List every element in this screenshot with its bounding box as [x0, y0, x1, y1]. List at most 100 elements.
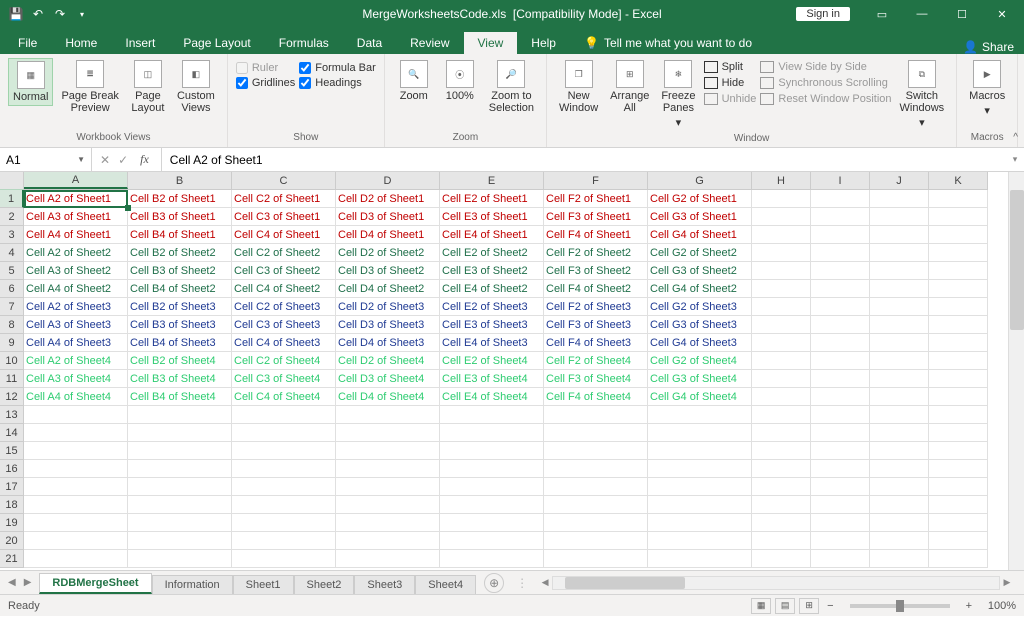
cell-D20[interactable]	[336, 532, 440, 550]
column-header-A[interactable]: A	[24, 172, 128, 189]
name-box-dropdown-icon[interactable]: ▼	[77, 155, 85, 164]
cell-H12[interactable]	[752, 388, 811, 406]
cell-H2[interactable]	[752, 208, 811, 226]
cell-I4[interactable]	[811, 244, 870, 262]
cell-J20[interactable]	[870, 532, 929, 550]
cell-C21[interactable]	[232, 550, 336, 568]
reset-window-position-button[interactable]: Reset Window Position	[760, 92, 891, 106]
row-header-1[interactable]: 1	[0, 190, 24, 208]
cell-D3[interactable]: Cell D4 of Sheet1	[336, 226, 440, 244]
cell-D21[interactable]	[336, 550, 440, 568]
cell-H16[interactable]	[752, 460, 811, 478]
cell-B21[interactable]	[128, 550, 232, 568]
cell-K4[interactable]	[929, 244, 988, 262]
cell-F1[interactable]: Cell F2 of Sheet1	[544, 190, 648, 208]
tab-insert[interactable]: Insert	[111, 32, 169, 54]
gridlines-checkbox[interactable]: Gridlines	[236, 77, 295, 89]
name-box[interactable]: ▼	[0, 148, 92, 171]
row-header-5[interactable]: 5	[0, 262, 24, 280]
enter-formula-icon[interactable]: ✓	[118, 153, 128, 167]
qat-customize-icon[interactable]: ▾	[74, 6, 90, 22]
cell-H8[interactable]	[752, 316, 811, 334]
cell-C17[interactable]	[232, 478, 336, 496]
cell-G13[interactable]	[648, 406, 752, 424]
tab-data[interactable]: Data	[343, 32, 396, 54]
cell-C5[interactable]: Cell C3 of Sheet2	[232, 262, 336, 280]
cell-I6[interactable]	[811, 280, 870, 298]
cell-D4[interactable]: Cell D2 of Sheet2	[336, 244, 440, 262]
tab-help[interactable]: Help	[517, 32, 570, 54]
name-box-input[interactable]	[6, 153, 66, 167]
cell-F21[interactable]	[544, 550, 648, 568]
cell-C2[interactable]: Cell C3 of Sheet1	[232, 208, 336, 226]
tab-home[interactable]: Home	[51, 32, 111, 54]
custom-views-button[interactable]: ◧Custom Views	[173, 58, 219, 116]
cell-F13[interactable]	[544, 406, 648, 424]
ruler-checkbox[interactable]: Ruler	[236, 62, 295, 74]
cell-F3[interactable]: Cell F4 of Sheet1	[544, 226, 648, 244]
cell-H17[interactable]	[752, 478, 811, 496]
cell-G2[interactable]: Cell G3 of Sheet1	[648, 208, 752, 226]
cell-I21[interactable]	[811, 550, 870, 568]
row-header-7[interactable]: 7	[0, 298, 24, 316]
row-header-17[interactable]: 17	[0, 478, 24, 496]
fill-handle[interactable]	[125, 205, 131, 211]
cell-A5[interactable]: Cell A3 of Sheet2	[24, 262, 128, 280]
sheet-tab-sheet3[interactable]: Sheet3	[354, 575, 415, 594]
cell-I2[interactable]	[811, 208, 870, 226]
tab-formulas[interactable]: Formulas	[265, 32, 343, 54]
cell-A3[interactable]: Cell A4 of Sheet1	[24, 226, 128, 244]
cell-F14[interactable]	[544, 424, 648, 442]
cell-J14[interactable]	[870, 424, 929, 442]
cell-G4[interactable]: Cell G2 of Sheet2	[648, 244, 752, 262]
cell-C19[interactable]	[232, 514, 336, 532]
headings-checkbox[interactable]: Headings	[299, 77, 376, 89]
row-header-6[interactable]: 6	[0, 280, 24, 298]
row-header-3[interactable]: 3	[0, 226, 24, 244]
cell-B13[interactable]	[128, 406, 232, 424]
cell-J7[interactable]	[870, 298, 929, 316]
cell-A19[interactable]	[24, 514, 128, 532]
cell-E15[interactable]	[440, 442, 544, 460]
cell-J16[interactable]	[870, 460, 929, 478]
cell-D7[interactable]: Cell D2 of Sheet3	[336, 298, 440, 316]
cell-I11[interactable]	[811, 370, 870, 388]
cell-I5[interactable]	[811, 262, 870, 280]
cell-H4[interactable]	[752, 244, 811, 262]
cell-K2[interactable]	[929, 208, 988, 226]
column-header-B[interactable]: B	[128, 172, 232, 189]
cell-A7[interactable]: Cell A2 of Sheet3	[24, 298, 128, 316]
cell-I15[interactable]	[811, 442, 870, 460]
sheet-tab-sheet2[interactable]: Sheet2	[294, 575, 355, 594]
cell-D1[interactable]: Cell D2 of Sheet1	[336, 190, 440, 208]
new-sheet-button[interactable]: ⊕	[484, 573, 504, 593]
cell-A15[interactable]	[24, 442, 128, 460]
cell-B15[interactable]	[128, 442, 232, 460]
cell-A1[interactable]: Cell A2 of Sheet1	[24, 190, 128, 208]
cell-E10[interactable]: Cell E2 of Sheet4	[440, 352, 544, 370]
cell-I1[interactable]	[811, 190, 870, 208]
cell-G19[interactable]	[648, 514, 752, 532]
cell-D6[interactable]: Cell D4 of Sheet2	[336, 280, 440, 298]
cell-F7[interactable]: Cell F2 of Sheet3	[544, 298, 648, 316]
zoom-level[interactable]: 100%	[980, 600, 1016, 612]
cell-C3[interactable]: Cell C4 of Sheet1	[232, 226, 336, 244]
horizontal-scrollbar[interactable]	[552, 576, 1000, 590]
cell-B2[interactable]: Cell B3 of Sheet1	[128, 208, 232, 226]
page-layout-button[interactable]: ◫Page Layout	[127, 58, 169, 116]
cell-G7[interactable]: Cell G2 of Sheet3	[648, 298, 752, 316]
cell-K1[interactable]	[929, 190, 988, 208]
cell-C12[interactable]: Cell C4 of Sheet4	[232, 388, 336, 406]
close-button[interactable]: ✕	[984, 2, 1020, 26]
column-header-J[interactable]: J	[870, 172, 929, 189]
cell-E4[interactable]: Cell E2 of Sheet2	[440, 244, 544, 262]
vertical-scroll-thumb[interactable]	[1010, 190, 1024, 330]
row-header-8[interactable]: 8	[0, 316, 24, 334]
cell-E20[interactable]	[440, 532, 544, 550]
cancel-formula-icon[interactable]: ✕	[100, 153, 110, 167]
cell-I10[interactable]	[811, 352, 870, 370]
zoom-100-button[interactable]: ⦿100%	[439, 58, 481, 104]
cell-K17[interactable]	[929, 478, 988, 496]
cell-B8[interactable]: Cell B3 of Sheet3	[128, 316, 232, 334]
cell-K3[interactable]	[929, 226, 988, 244]
